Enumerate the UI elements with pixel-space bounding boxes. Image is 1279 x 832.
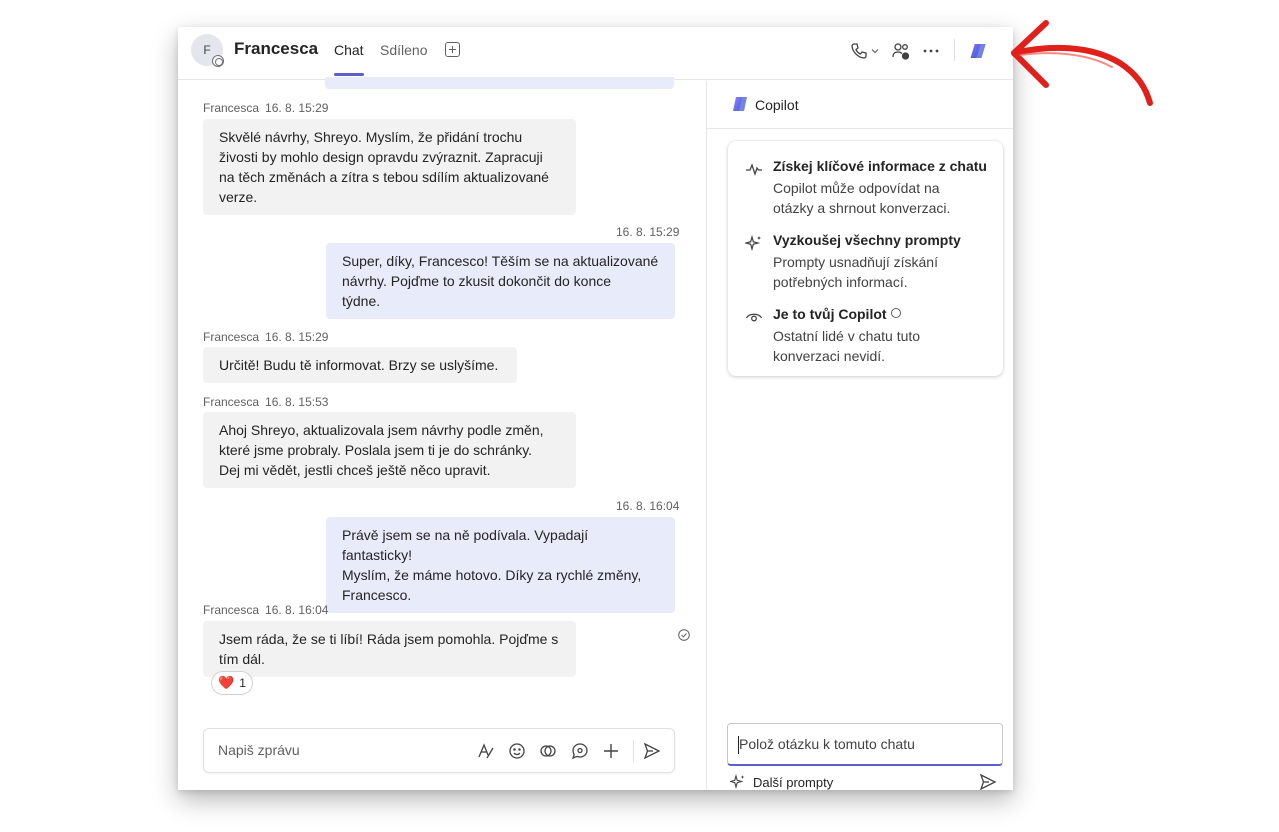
- message-sender: Francesca: [203, 330, 260, 344]
- send-icon[interactable]: [641, 740, 663, 762]
- copilot-pane: Copilot Získej klíčové informace z chatu…: [707, 81, 1013, 790]
- copilot-logo-icon: [733, 97, 747, 111]
- copilot-input-placeholder: Polož otázku k tomuto chatu: [739, 736, 915, 752]
- message-bubble-incoming[interactable]: Skvělé návrhy, Shreyo. Myslím, že přidán…: [203, 119, 576, 215]
- copilot-item-desc: Prompty usnadňují získání potřebných inf…: [773, 254, 938, 290]
- copilot-item-title: Je to tvůj Copilot: [773, 306, 901, 322]
- message-input[interactable]: Napiš zprávu: [218, 742, 300, 758]
- annotation-arrow-icon: [1011, 20, 1153, 106]
- copilot-intro-card: Získej klíčové informace z chatu Copilot…: [728, 141, 1003, 376]
- message-meta: Francesca 16. 8. 16:04: [203, 603, 328, 617]
- active-tab-indicator: [334, 73, 364, 76]
- plus-icon[interactable]: [600, 740, 622, 762]
- header-divider: [954, 39, 955, 61]
- message-time: 16. 8. 15:29: [265, 101, 329, 115]
- chat-header: F Francesca Chat Sdíleno: [178, 27, 1013, 80]
- message-bubble-outgoing[interactable]: Právě jsem se na ně podívala. Vypadají f…: [326, 517, 675, 613]
- seen-check-icon: [678, 629, 690, 641]
- message-sender: Francesca: [203, 395, 260, 409]
- heart-reaction[interactable]: ❤️ 1: [211, 671, 253, 695]
- teams-window: F Francesca Chat Sdíleno Francesca 16. 8…: [178, 27, 1013, 790]
- copilot-item-title: Vyzkoušej všechny prompty: [773, 232, 961, 248]
- chat-pane: Francesca 16. 8. 15:29 Skvělé návrhy, Shr…: [178, 77, 706, 790]
- add-tab-icon[interactable]: [445, 42, 460, 57]
- message-sender: Francesca: [203, 101, 260, 115]
- send-icon[interactable]: [979, 773, 997, 790]
- contact-name: Francesca: [234, 39, 319, 58]
- message-meta: Francesca 16. 8. 15:53: [203, 395, 328, 409]
- message-bubble-incoming[interactable]: Jsem ráda, že se ti líbí! Ráda jsem pomo…: [203, 621, 576, 677]
- chat-bubble-icon[interactable]: [569, 740, 591, 762]
- copilot-title: Copilot: [755, 97, 799, 113]
- pulse-icon: [746, 163, 762, 177]
- message-time: 16. 8. 15:29: [265, 330, 329, 344]
- people-icon[interactable]: [890, 40, 912, 62]
- message-bubble-incoming[interactable]: Ahoj Shreyo, aktualizovala jsem návrhy p…: [203, 412, 576, 488]
- message-time: 16. 8. 15:53: [265, 395, 329, 409]
- eye-icon: [745, 313, 763, 322]
- format-icon[interactable]: [475, 740, 497, 762]
- tab-chat[interactable]: Chat: [334, 42, 364, 58]
- presence-status-icon: [212, 55, 224, 67]
- message-bubble-outgoing[interactable]: Super, díky, Francesco! Těším se na aktu…: [326, 243, 675, 319]
- call-icon[interactable]: [848, 40, 870, 62]
- message-bubble-incoming[interactable]: Určitě! Budu tě informovat. Brzy se usly…: [203, 347, 517, 383]
- copilot-item-desc: Copilot může odpovídat na otázky a shrno…: [773, 180, 951, 216]
- message-composer[interactable]: Napiš zprávu: [203, 728, 675, 773]
- copilot-icon[interactable]: [968, 40, 990, 62]
- composer-divider: [633, 740, 634, 762]
- previous-message-bubble: [325, 77, 674, 89]
- more-options-icon[interactable]: [920, 40, 942, 62]
- sparkle-icon[interactable]: [730, 774, 746, 790]
- chevron-down-icon[interactable]: [868, 40, 882, 62]
- copilot-item-title: Získej klíčové informace z chatu: [773, 158, 987, 174]
- message-meta: Francesca 16. 8. 15:29: [203, 330, 328, 344]
- copilot-header: Copilot: [707, 81, 1013, 129]
- info-icon[interactable]: [890, 308, 901, 318]
- tab-shared[interactable]: Sdíleno: [380, 42, 427, 58]
- emoji-icon[interactable]: [506, 740, 528, 762]
- heart-emoji-icon: ❤️: [218, 675, 235, 690]
- message-sender: Francesca: [203, 603, 260, 617]
- reaction-count: 1: [239, 676, 246, 690]
- message-time: 16. 8. 15:29: [616, 225, 680, 239]
- message-meta: Francesca 16. 8. 15:29: [203, 101, 328, 115]
- copilot-item-desc: Ostatní lidé v chatu tuto konverzaci nev…: [773, 328, 921, 364]
- message-time: 16. 8. 16:04: [616, 499, 680, 513]
- more-prompts-button[interactable]: Další prompty: [753, 775, 833, 790]
- copilot-question-input[interactable]: Polož otázku k tomuto chatu: [727, 723, 1003, 766]
- loop-icon[interactable]: [537, 740, 559, 762]
- message-time: 16. 8. 16:04: [265, 603, 329, 617]
- sparkle-icon: [745, 235, 761, 251]
